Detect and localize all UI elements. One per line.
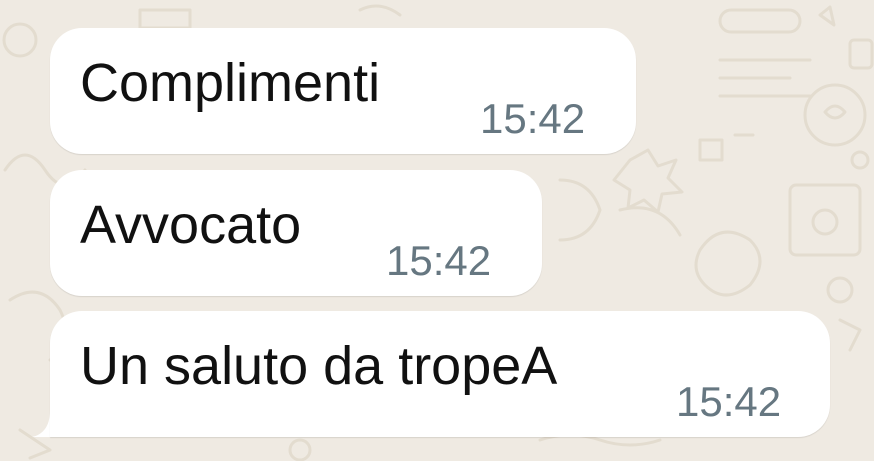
message-bubble[interactable]: Avvocato 15:42 [50,170,542,296]
message-text: Avvocato [80,195,302,255]
message-timestamp: 15:42 [480,95,586,142]
message-text: Complimenti [80,53,381,113]
message-bubble[interactable]: Complimenti 15:42 [50,28,636,154]
message-text: Un saluto da tropeA [80,336,558,396]
message-bubble[interactable]: Un saluto da tropeA 15:42 [50,311,830,437]
message-timestamp: 15:42 [386,237,492,284]
message-timestamp: 15:42 [676,378,782,425]
